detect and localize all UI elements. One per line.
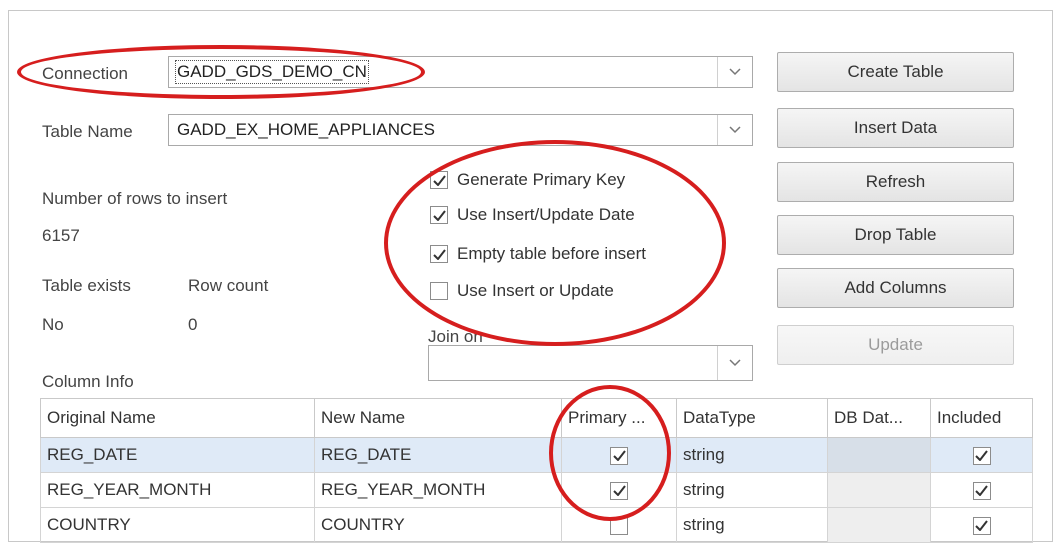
create-table-button[interactable]: Create Table <box>777 52 1014 92</box>
checkbox-box[interactable] <box>430 171 448 189</box>
table-row[interactable]: REG_DATE REG_DATE string <box>40 437 1033 473</box>
checkbox-label: Generate Primary Key <box>457 170 626 189</box>
cell-db-datatype <box>827 507 931 543</box>
connection-label: Connection <box>42 64 129 83</box>
cell-primary[interactable] <box>561 507 677 543</box>
table-name-select[interactable]: GADD_EX_HOME_APPLIANCES <box>168 114 753 146</box>
checkbox-box[interactable] <box>430 282 448 300</box>
join-on-label: Join on <box>428 327 483 346</box>
chevron-down-icon[interactable] <box>717 346 752 380</box>
cell-datatype[interactable]: string <box>676 437 828 473</box>
cell-db-datatype <box>827 472 931 508</box>
table-exists-label: Table exists <box>42 276 131 295</box>
generate-primary-key-checkbox[interactable]: Generate Primary Key <box>430 170 625 190</box>
checkbox-box[interactable] <box>610 481 628 500</box>
col-header-new-name[interactable]: New Name <box>314 398 562 438</box>
rows-to-insert-value: 6157 <box>42 226 80 245</box>
table-row[interactable]: REG_YEAR_MONTH REG_YEAR_MONTH string <box>40 472 1033 508</box>
cell-primary[interactable] <box>561 472 677 508</box>
refresh-button[interactable]: Refresh <box>777 162 1014 202</box>
connection-select[interactable]: GADD_GDS_DEMO_CN <box>168 56 753 88</box>
checkbox-box[interactable] <box>610 446 628 465</box>
drop-table-button[interactable]: Drop Table <box>777 215 1014 255</box>
checkbox-box[interactable] <box>430 245 448 263</box>
cell-new-name[interactable]: REG_YEAR_MONTH <box>314 472 562 508</box>
use-insert-update-date-checkbox[interactable]: Use Insert/Update Date <box>430 205 635 225</box>
table-row[interactable]: COUNTRY COUNTRY string <box>40 507 1033 543</box>
column-info-label: Column Info <box>42 372 134 391</box>
checkbox-label: Use Insert/Update Date <box>457 205 635 224</box>
rows-to-insert-label: Number of rows to insert <box>42 189 228 208</box>
empty-table-before-insert-checkbox[interactable]: Empty table before insert <box>430 244 646 264</box>
join-on-select[interactable] <box>428 345 753 381</box>
checkbox-label: Empty table before insert <box>457 244 646 263</box>
cell-datatype[interactable]: string <box>676 472 828 508</box>
add-columns-button[interactable]: Add Columns <box>777 268 1014 308</box>
checkbox-box[interactable] <box>972 481 991 500</box>
row-count-label: Row count <box>188 276 269 295</box>
update-button[interactable]: Update <box>777 325 1014 365</box>
cell-new-name[interactable]: COUNTRY <box>314 507 562 543</box>
cell-original-name[interactable]: REG_YEAR_MONTH <box>40 472 315 508</box>
cell-original-name[interactable]: COUNTRY <box>40 507 315 543</box>
chevron-down-icon[interactable] <box>717 115 752 145</box>
row-count-value: 0 <box>188 315 198 334</box>
chevron-down-icon[interactable] <box>717 57 752 87</box>
table-exists-value: No <box>42 315 64 334</box>
grid-header-row: Original Name New Name Primary ... DataT… <box>40 398 1033 438</box>
cell-included[interactable] <box>930 507 1033 543</box>
cell-db-datatype <box>827 437 931 473</box>
cell-primary[interactable] <box>561 437 677 473</box>
insert-data-button[interactable]: Insert Data <box>777 108 1014 148</box>
checkbox-box[interactable] <box>972 446 991 465</box>
connection-value: GADD_GDS_DEMO_CN <box>175 60 369 84</box>
col-header-included[interactable]: Included <box>930 398 1033 438</box>
checkbox-box[interactable] <box>430 206 448 224</box>
cell-included[interactable] <box>930 472 1033 508</box>
table-name-value: GADD_EX_HOME_APPLIANCES <box>177 120 435 139</box>
checkbox-label: Use Insert or Update <box>457 281 614 300</box>
cell-included[interactable] <box>930 437 1033 473</box>
col-header-original-name[interactable]: Original Name <box>40 398 315 438</box>
cell-new-name[interactable]: REG_DATE <box>314 437 562 473</box>
col-header-db-datatype[interactable]: DB Dat... <box>827 398 931 438</box>
col-header-primary[interactable]: Primary ... <box>561 398 677 438</box>
col-header-datatype[interactable]: DataType <box>676 398 828 438</box>
column-info-grid[interactable]: Original Name New Name Primary ... DataT… <box>40 398 1033 543</box>
table-name-label: Table Name <box>42 122 133 141</box>
cell-datatype[interactable]: string <box>676 507 828 543</box>
use-insert-or-update-checkbox[interactable]: Use Insert or Update <box>430 281 614 301</box>
cell-original-name[interactable]: REG_DATE <box>40 437 315 473</box>
